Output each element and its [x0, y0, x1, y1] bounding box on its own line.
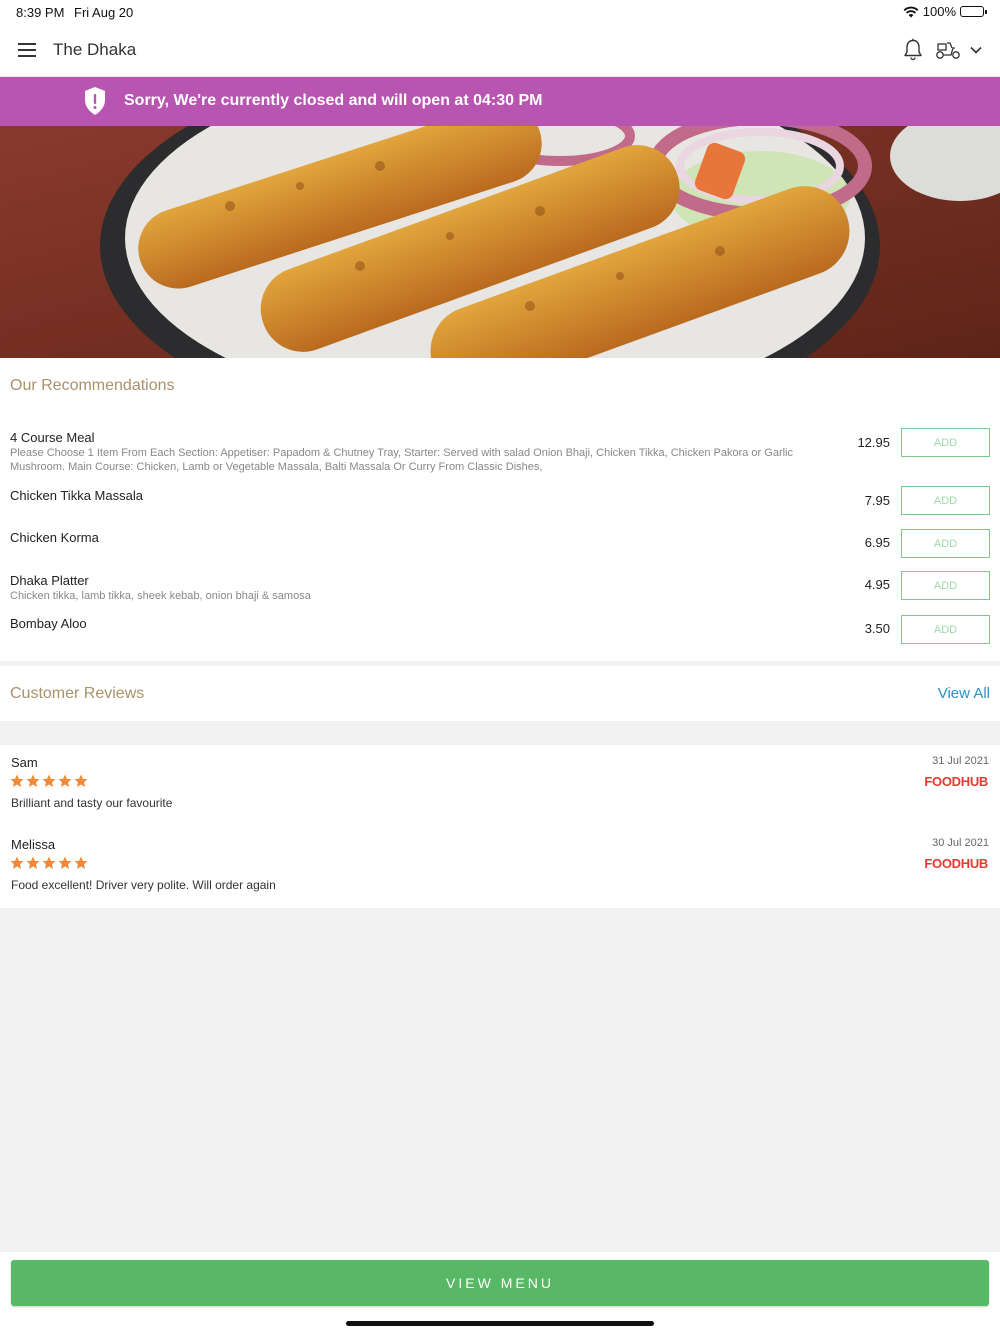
- battery-icon: [960, 6, 987, 17]
- review-text: Food excellent! Driver very polite. Will…: [11, 878, 276, 892]
- scooter-icon[interactable]: [935, 40, 961, 60]
- reviews-header: Customer Reviews View All: [0, 666, 1000, 721]
- foodhub-logo: FOODHUB: [924, 856, 988, 871]
- battery-percent: 100%: [922, 4, 956, 19]
- star-icon: [42, 856, 56, 869]
- add-button[interactable]: ADD: [901, 571, 990, 600]
- reviews-list: Sam Brilliant and tasty our favourite 31…: [0, 745, 1000, 908]
- menu-item-price: 3.50: [864, 621, 890, 636]
- view-all-link[interactable]: View All: [938, 685, 990, 702]
- star-icon: [58, 774, 72, 787]
- recommendations-title: Our Recommendations: [10, 377, 175, 394]
- star-icon: [42, 774, 56, 787]
- recommendations-section: Our Recommendations 4 Course Meal Please…: [0, 358, 1000, 661]
- reviewer-name: Sam: [11, 755, 38, 770]
- star-rating: [10, 856, 88, 870]
- status-right: 100%: [903, 4, 987, 19]
- menu-item-name: Dhaka Platter: [10, 573, 89, 588]
- add-button[interactable]: ADD: [901, 486, 990, 515]
- closed-message: Sorry, We're currently closed and will o…: [124, 92, 543, 109]
- chevron-down-icon[interactable]: [968, 42, 984, 58]
- review-date: 31 Jul 2021: [932, 755, 989, 767]
- status-bar: 8:39 PM Fri Aug 20 100%: [0, 0, 1000, 24]
- review-text: Brilliant and tasty our favourite: [11, 796, 173, 810]
- status-time: 8:39 PM: [16, 5, 65, 20]
- status-date: Fri Aug 20: [74, 5, 134, 20]
- app-header: The Dhaka: [0, 24, 1000, 77]
- foodhub-logo: FOODHUB: [924, 774, 988, 789]
- home-indicator[interactable]: [346, 1321, 654, 1326]
- menu-item-description: Please Choose 1 Item From Each Section: …: [10, 447, 793, 473]
- star-icon: [26, 856, 40, 869]
- star-icon: [26, 774, 40, 787]
- reviewer-name: Melissa: [11, 837, 56, 852]
- wifi-icon: [903, 6, 919, 17]
- menu-item-name: Bombay Aloo: [10, 616, 87, 631]
- restaurant-title: The Dhaka: [53, 40, 137, 59]
- add-button[interactable]: ADD: [901, 615, 990, 644]
- reviews-title: Customer Reviews: [10, 685, 145, 702]
- hero-food-image: [0, 126, 1000, 358]
- add-button[interactable]: ADD: [901, 428, 990, 457]
- bell-icon[interactable]: [902, 38, 924, 62]
- star-icon: [10, 856, 24, 869]
- review-item: Sam Brilliant and tasty our favourite 31…: [0, 745, 1000, 825]
- menu-item-name: Chicken Tikka Massala: [10, 488, 143, 503]
- menu-item-name: 4 Course Meal: [10, 430, 95, 445]
- view-menu-button[interactable]: VIEW MENU: [11, 1260, 989, 1306]
- menu-icon[interactable]: [18, 43, 36, 57]
- review-date: 30 Jul 2021: [932, 837, 989, 849]
- menu-item-description: Chicken tikka, lamb tikka, sheek kebab, …: [10, 590, 311, 602]
- review-item: Melissa Food excellent! Driver very poli…: [0, 827, 1000, 907]
- menu-item-name: Chicken Korma: [10, 530, 99, 545]
- menu-item-price: 12.95: [857, 435, 890, 450]
- bottom-bar: VIEW MENU: [0, 1252, 1000, 1334]
- add-button[interactable]: ADD: [901, 529, 990, 558]
- shield-alert-icon: [85, 87, 105, 115]
- star-icon: [74, 774, 88, 787]
- star-rating: [10, 774, 88, 788]
- star-icon: [74, 856, 88, 869]
- menu-item-price: 6.95: [864, 535, 890, 550]
- menu-item-price: 7.95: [864, 493, 890, 508]
- star-icon: [10, 774, 24, 787]
- menu-item-price: 4.95: [864, 577, 890, 592]
- closed-banner: Sorry, We're currently closed and will o…: [0, 77, 1000, 126]
- star-icon: [58, 856, 72, 869]
